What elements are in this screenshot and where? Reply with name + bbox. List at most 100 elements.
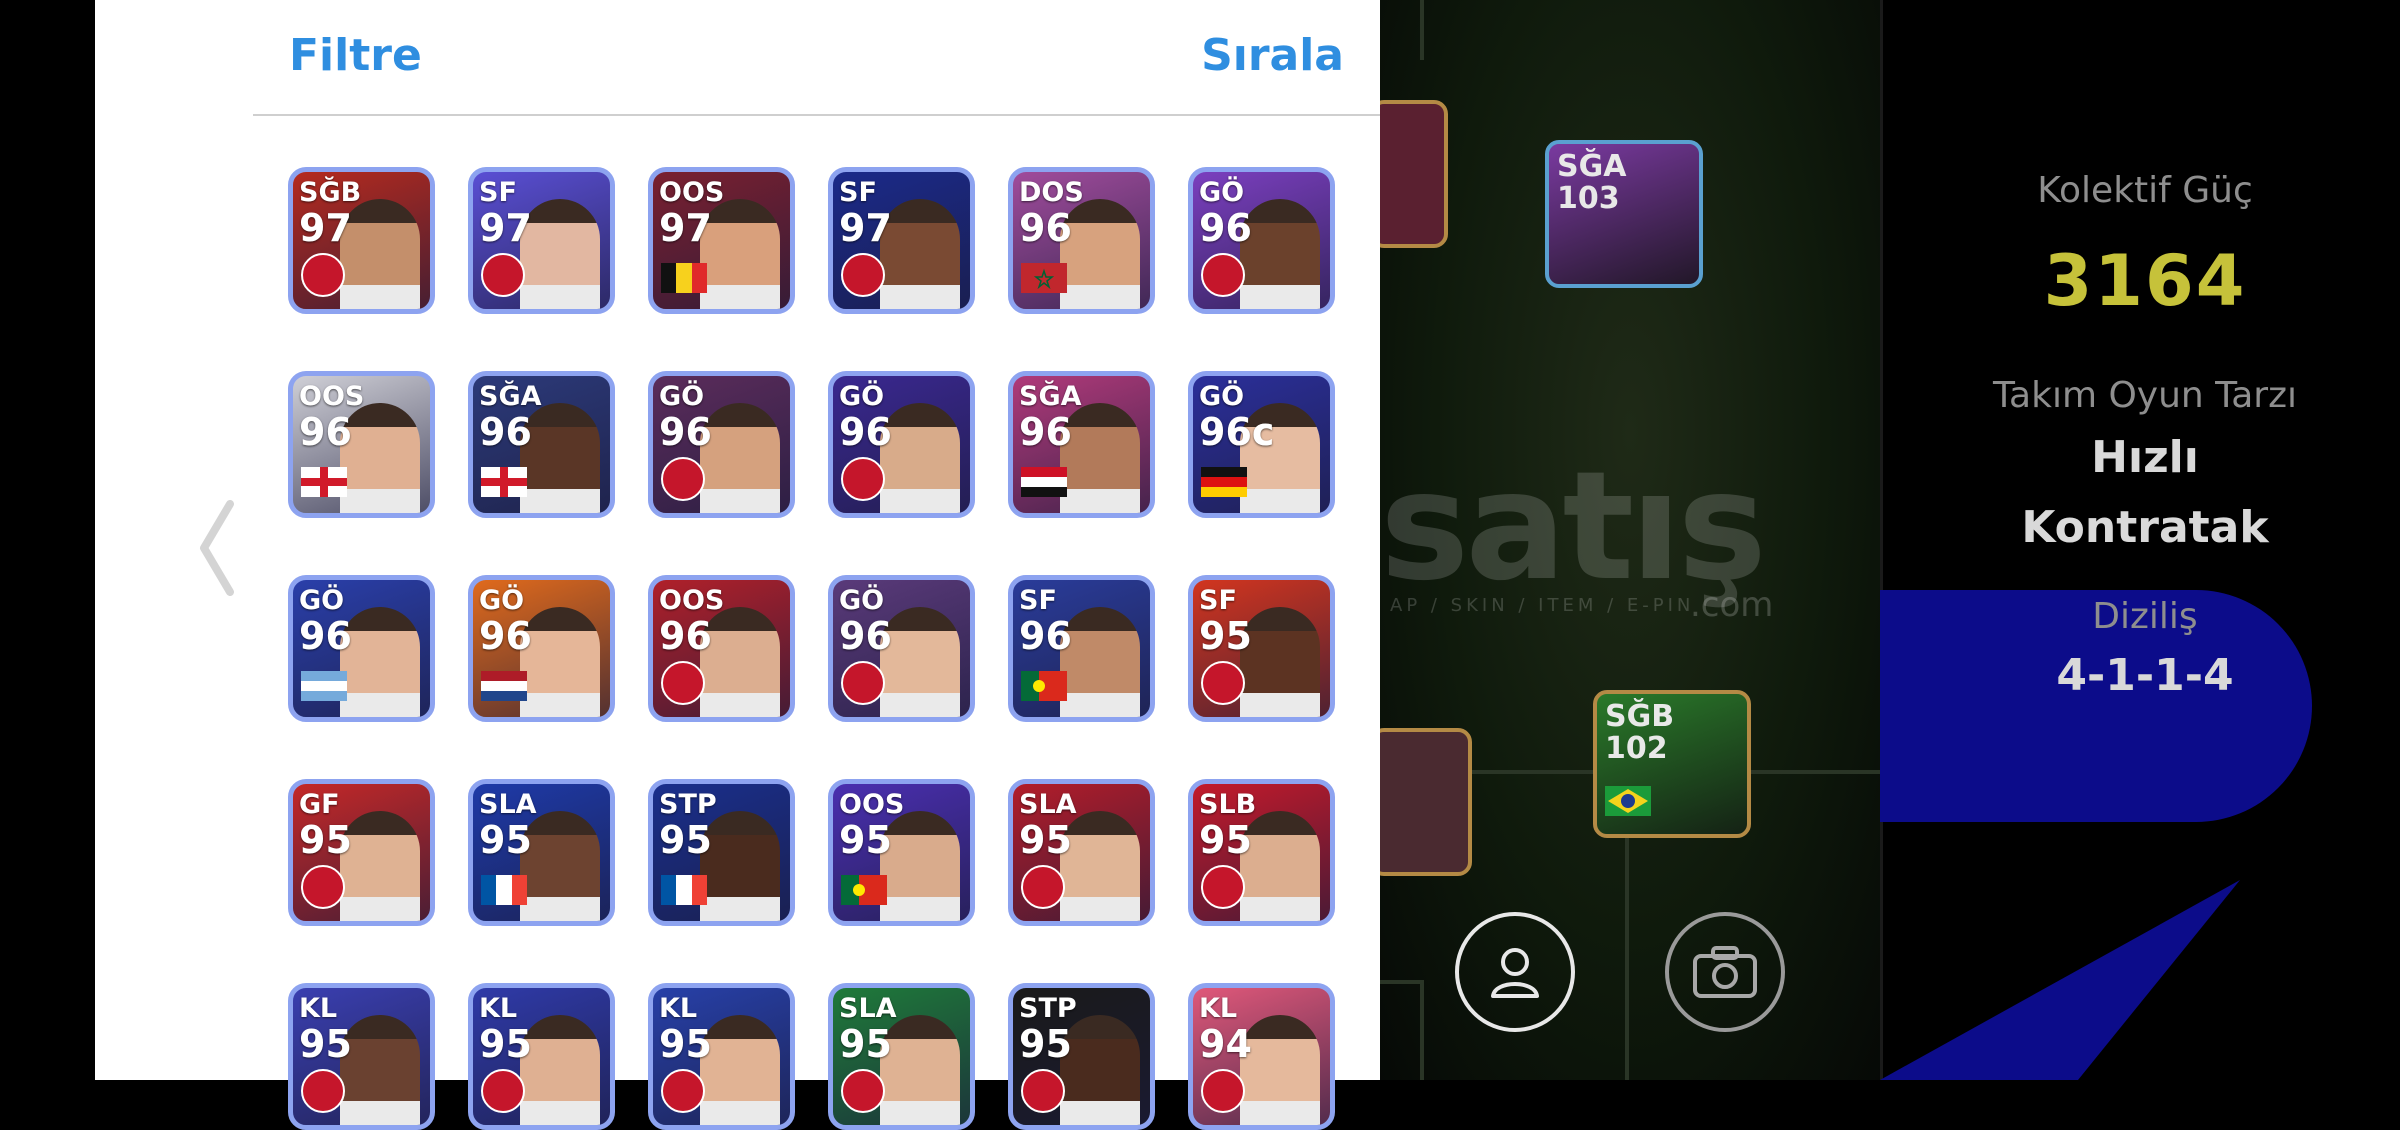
player-portrait (340, 403, 420, 513)
card-rating: 97 (479, 206, 532, 250)
card-position: OOS (299, 381, 365, 412)
player-portrait (520, 811, 600, 921)
player-card[interactable]: KL 95 (648, 983, 795, 1130)
club-badge-icon (661, 661, 705, 705)
card-position: GÖ (1199, 177, 1245, 208)
card-position: GÖ (839, 381, 885, 412)
club-badge-icon (1201, 1069, 1245, 1113)
player-portrait (700, 403, 780, 513)
player-portrait (1060, 199, 1140, 309)
player-card[interactable]: GÖ 96 (828, 575, 975, 722)
card-position: SLA (839, 993, 897, 1024)
player-card[interactable]: OOS 95 (828, 779, 975, 926)
player-card[interactable]: OOS 96 (288, 371, 435, 518)
panel-header: Filtre Sırala (253, 0, 1380, 116)
club-badge-icon (841, 661, 885, 705)
card-position: SĞA (479, 381, 542, 412)
player-list-panel: Filtre Sırala SĞB 97 SF 97 OOS 97 SF 97 DOS 96 GÖ 9… (253, 0, 1380, 1130)
club-badge-icon (481, 253, 525, 297)
player-card[interactable]: GÖ 96 (1188, 167, 1335, 314)
card-position: SLA (1019, 789, 1077, 820)
card-rating: 95 (1199, 614, 1252, 658)
player-card[interactable]: SF 95 (1188, 575, 1335, 722)
club-badge-icon (1201, 253, 1245, 297)
sort-button[interactable]: Sırala (1201, 30, 1344, 81)
play-style-value-2: Kontratak (2021, 502, 2269, 553)
player-card[interactable]: SĞB 97 (288, 167, 435, 314)
card-rating: 96 (839, 614, 892, 658)
pitch-player-card[interactable]: SĞB 102 (1593, 690, 1751, 838)
player-card[interactable]: SLA 95 (468, 779, 615, 926)
player-card[interactable]: GÖ 96 (468, 575, 615, 722)
player-card[interactable]: SF 97 (468, 167, 615, 314)
player-card[interactable]: GF 95 (288, 779, 435, 926)
formation-label: Diziliş (2092, 596, 2198, 637)
card-position: KL (479, 993, 518, 1024)
watermark-domain: .com (1690, 585, 1774, 625)
player-card[interactable]: SF 96 (1008, 575, 1155, 722)
profile-button[interactable] (1455, 912, 1575, 1032)
card-position: SF (839, 177, 877, 208)
card-position: STP (659, 789, 717, 820)
pitch-player-card[interactable] (1370, 728, 1472, 876)
player-card[interactable]: OOS 96 (648, 575, 795, 722)
card-rating: 94 (1199, 1022, 1252, 1066)
player-portrait (1240, 607, 1320, 717)
screenshot-button[interactable] (1665, 912, 1785, 1032)
player-card[interactable]: SF 97 (828, 167, 975, 314)
card-rating: 96 (659, 410, 712, 454)
player-card[interactable]: KL 95 (288, 983, 435, 1130)
club-badge-icon (1201, 865, 1245, 909)
flag-pt-icon (841, 875, 887, 905)
player-card[interactable]: OOS 97 (648, 167, 795, 314)
player-portrait (700, 811, 780, 921)
card-rating: 95 (839, 818, 892, 862)
flag-en-icon (301, 467, 347, 497)
player-card[interactable]: KL 95 (468, 983, 615, 1130)
player-card[interactable]: SLB 95 (1188, 779, 1335, 926)
player-card[interactable]: GÖ 96 (288, 575, 435, 722)
player-portrait (1060, 1015, 1140, 1125)
chevron-left-icon[interactable] (196, 500, 236, 596)
player-card[interactable]: SĞA 96 (1008, 371, 1155, 518)
player-portrait (700, 607, 780, 717)
card-rating: 96 (479, 614, 532, 658)
player-card[interactable]: GÖ 96 (648, 371, 795, 518)
pitch-player-card[interactable]: SĞA 103 (1545, 140, 1703, 288)
club-badge-icon (661, 1069, 705, 1113)
card-position: SLB (1199, 789, 1257, 820)
player-portrait (340, 811, 420, 921)
club-badge-icon (301, 865, 345, 909)
club-badge-icon (841, 457, 885, 501)
player-portrait (520, 403, 600, 513)
card-position: SĞB (1605, 699, 1675, 734)
player-card[interactable]: SĞA 96 (468, 371, 615, 518)
player-card[interactable]: DOS 96 (1008, 167, 1155, 314)
player-portrait (700, 1015, 780, 1125)
pitch-player-card[interactable] (1370, 100, 1448, 248)
card-position: SF (1019, 585, 1057, 616)
player-portrait (1240, 811, 1320, 921)
flag-nl-icon (481, 671, 527, 701)
flag-ma-icon (1021, 263, 1067, 293)
filter-button[interactable]: Filtre (289, 30, 422, 81)
player-card[interactable]: SLA 95 (828, 983, 975, 1130)
card-rating: 95 (1019, 1022, 1072, 1066)
play-style-label: Takım Oyun Tarzı (1993, 375, 2297, 416)
card-position: GÖ (479, 585, 525, 616)
card-position: SF (1199, 585, 1237, 616)
formation-value: 4-1-1-4 (2056, 650, 2234, 701)
card-position: GÖ (1199, 381, 1245, 412)
card-rating: 97 (299, 206, 352, 250)
player-card[interactable]: SLA 95 (1008, 779, 1155, 926)
player-card[interactable]: GÖ 96c (1188, 371, 1335, 518)
power-value: 3164 (2043, 240, 2247, 322)
card-position: GF (299, 789, 340, 820)
card-rating: 95 (299, 818, 352, 862)
player-card[interactable]: KL 94 (1188, 983, 1335, 1130)
player-card[interactable]: STP 95 (1008, 983, 1155, 1130)
card-rating: 96 (839, 410, 892, 454)
player-portrait (880, 403, 960, 513)
player-card[interactable]: STP 95 (648, 779, 795, 926)
player-card[interactable]: GÖ 96 (828, 371, 975, 518)
